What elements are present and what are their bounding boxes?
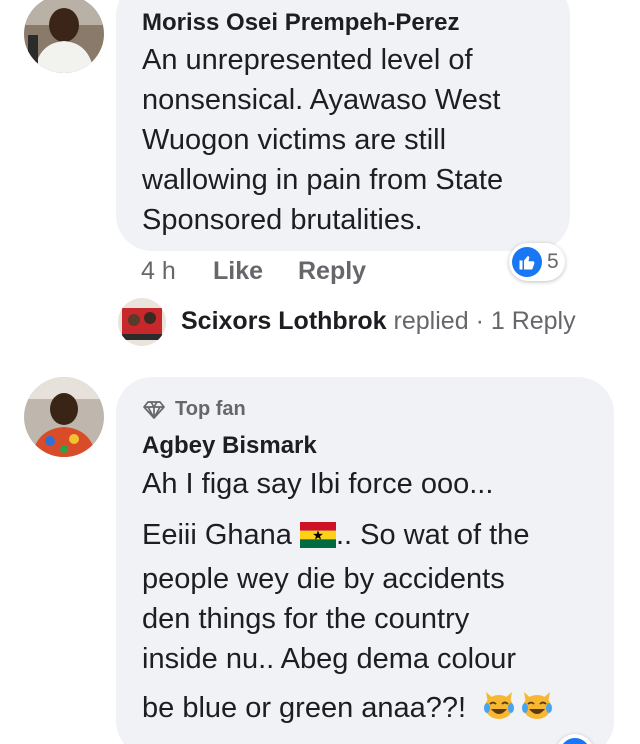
replier-name[interactable]: Scixors Lothbrok: [181, 307, 387, 335]
replier-avatar: [118, 298, 166, 346]
commenter-avatar[interactable]: [24, 377, 104, 457]
comment-line: den things for the country: [142, 603, 470, 635]
comment-line: nonsensical. Ayawaso West: [142, 84, 501, 116]
commenter-avatar[interactable]: [24, 0, 104, 73]
comment-line: people wey die by accidents: [142, 563, 505, 595]
comment-line: Eeiii Ghana .. So wat of the: [142, 515, 529, 555]
separator-dot: ·: [475, 307, 484, 335]
replies-summary-text: Scixors Lothbrok replied · 1 Reply: [181, 307, 576, 336]
comment-text: An unrepresented level of nonsensical. A…: [142, 40, 562, 240]
reaction-count: 5: [547, 250, 559, 273]
comment-bubble: Moriss Osei Prempeh-Perez An unrepresent…: [116, 0, 570, 251]
view-replies-link[interactable]: 1 Reply: [491, 307, 576, 335]
comment-line: Ah I figa say Ibi force ooo...: [142, 468, 494, 500]
replied-verb: replied: [393, 307, 469, 335]
reply-button[interactable]: Reply: [298, 257, 366, 286]
thumbs-up-icon: [560, 738, 590, 744]
comment-line: be blue or green anaa??!: [142, 688, 554, 728]
comment-author[interactable]: Moriss Osei Prempeh-Perez: [142, 9, 459, 37]
reaction-summary[interactable]: 5: [509, 243, 565, 281]
top-fan-badge[interactable]: Top fan: [142, 398, 246, 421]
ghana-flag-icon: [300, 522, 336, 548]
top-fan-label: Top fan: [175, 398, 246, 420]
laughing-crying-cat-icon: [522, 692, 553, 719]
comment-author[interactable]: Agbey Bismark: [142, 432, 317, 460]
thumbs-up-icon: [512, 247, 542, 277]
comment-line-part: be blue or green anaa??!: [142, 692, 467, 724]
comment-line: Wuogon victims are still: [142, 124, 447, 156]
comment-line-part: Eeiii Ghana: [142, 519, 292, 551]
laughing-crying-cat-icon: [484, 692, 515, 719]
comment-line: An unrepresented level of: [142, 44, 473, 76]
comment-line: inside nu.. Abeg dema colour: [142, 643, 517, 675]
comments-thread: Moriss Osei Prempeh-Perez An unrepresent…: [0, 0, 640, 744]
diamond-icon: [143, 400, 165, 419]
comment-line-part: .. So wat of the: [336, 519, 530, 551]
comment-bubble: Top fan Agbey Bismark Ah I figa say Ibi …: [116, 377, 614, 744]
comment-line: wallowing in pain from State: [142, 164, 504, 196]
comment-timestamp[interactable]: 4 h: [141, 257, 176, 286]
like-button[interactable]: Like: [213, 257, 263, 286]
comment-line: Sponsored brutalities.: [142, 204, 423, 236]
